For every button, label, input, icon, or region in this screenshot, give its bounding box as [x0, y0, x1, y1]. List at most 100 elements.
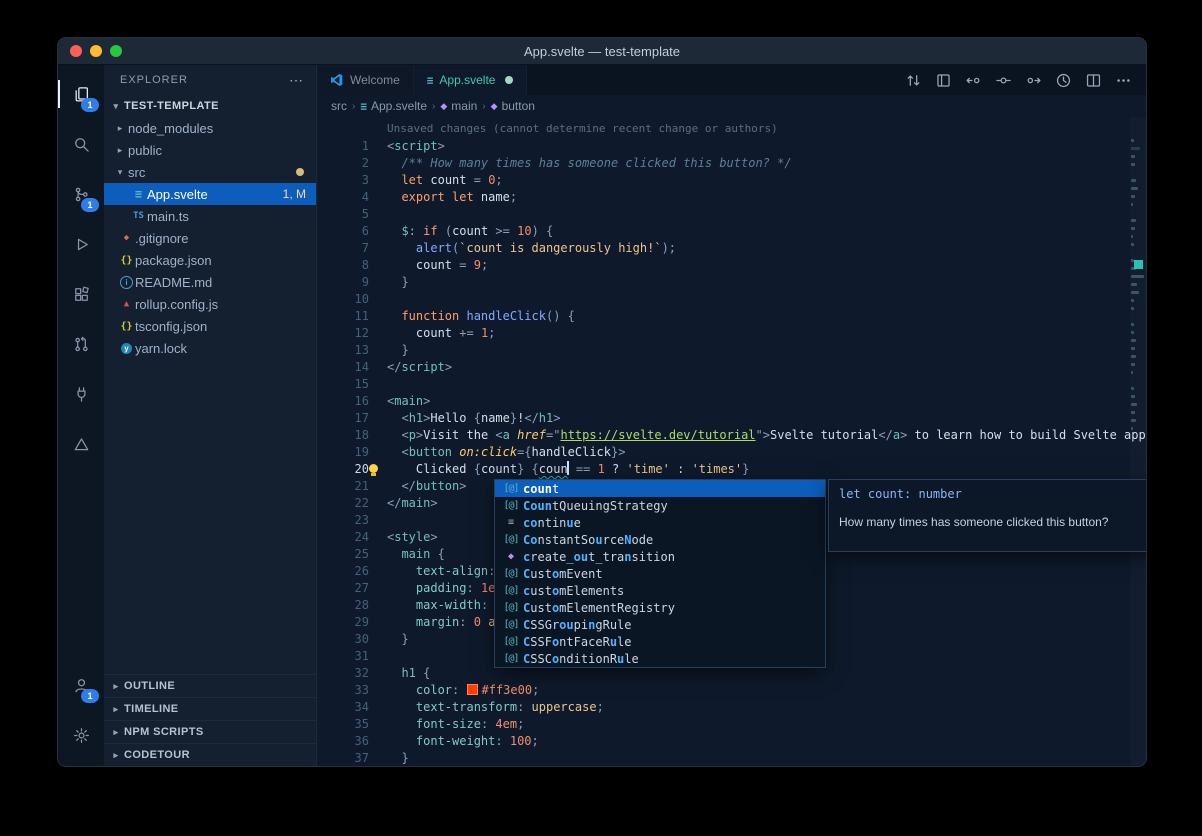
gitlens-compare-icon[interactable] [905, 72, 922, 89]
breadcrumb-button[interactable]: ◆button [491, 99, 535, 113]
more-actions-icon[interactable] [1115, 72, 1132, 89]
code-line[interactable]: 16<main> [317, 393, 1146, 410]
line-number: 30 [317, 631, 387, 648]
code-line[interactable]: 19 <button on:click={handleClick}> [317, 444, 1146, 461]
code-line[interactable]: 2 /** How many times has someone clicked… [317, 155, 1146, 172]
blame-icon[interactable] [995, 72, 1012, 89]
code-line[interactable]: 5 [317, 206, 1146, 223]
minimize-window-button[interactable] [90, 45, 102, 57]
tab-welcome[interactable]: Welcome [317, 65, 414, 95]
code-line[interactable]: 9 } [317, 274, 1146, 291]
code-line[interactable]: 37 } [317, 750, 1146, 766]
source-control-icon[interactable]: 1 [58, 169, 104, 219]
code-editor[interactable]: Unsaved changes (cannot determine recent… [317, 117, 1146, 766]
tree-item-main-ts[interactable]: TSmain.ts [104, 205, 316, 227]
account-icon[interactable]: 1 [58, 660, 104, 710]
breadcrumb-main[interactable]: ◆main [440, 99, 477, 113]
line-content: </script> [387, 359, 452, 376]
yarn-file-icon: y [118, 343, 135, 354]
code-line[interactable]: 13 } [317, 342, 1146, 359]
github-pr-icon[interactable] [58, 319, 104, 369]
line-number: 24 [317, 529, 387, 546]
line-number: 7 [317, 240, 387, 257]
codetour-icon[interactable] [58, 419, 104, 469]
code-line[interactable]: 7 alert(`count is dangerously high!`); [317, 240, 1146, 257]
suggest-item-count[interactable]: [@]count [495, 480, 825, 497]
var-kind-icon: [@] [499, 568, 523, 579]
line-number: 26 [317, 563, 387, 580]
suggest-item-ConstantSourceNode[interactable]: [@]ConstantSourceNode [495, 531, 825, 548]
close-window-button[interactable] [70, 45, 82, 57]
code-line[interactable]: 17 <h1>Hello {name}!</h1> [317, 410, 1146, 427]
section-npm-scripts[interactable]: ▸NPM SCRIPTS [104, 720, 316, 743]
remote-icon[interactable] [58, 369, 104, 419]
tree-item-node-modules[interactable]: ▸node_modules [104, 117, 316, 139]
code-line[interactable]: 20 Clicked {count} {coun == 1 ? 'time' :… [317, 461, 1146, 478]
suggest-item-CustomEvent[interactable]: [@]CustomEvent [495, 565, 825, 582]
code-line[interactable]: 10 [317, 291, 1146, 308]
code-line[interactable]: 1<script> [317, 138, 1146, 155]
tab-app-svelte[interactable]: ≡ App.svelte [414, 65, 528, 95]
code-line[interactable]: 6 $: if (count >= 10) { [317, 223, 1146, 240]
workspace-root[interactable]: ▾ TEST-TEMPLATE [104, 95, 316, 117]
tree-item-README-md[interactable]: iREADME.md [104, 271, 316, 293]
suggest-item-continue[interactable]: ≡continue [495, 514, 825, 531]
lightbulb-icon[interactable] [369, 464, 378, 473]
suggest-item-CSSGroupingRule[interactable]: [@]CSSGroupingRule [495, 616, 825, 633]
suggest-item-CSSFontFaceRule[interactable]: [@]CSSFontFaceRule [495, 633, 825, 650]
suggest-label: CSSConditionRule [523, 652, 639, 666]
split-editor-icon[interactable] [1085, 72, 1102, 89]
code-line[interactable]: 33 color: #ff3e00; [317, 682, 1146, 699]
suggest-item-CountQueuingStrategy[interactable]: [@]CountQueuingStrategy [495, 497, 825, 514]
suggest-item-create_out_transition[interactable]: ◆create_out_transition [495, 548, 825, 565]
tree-item-rollup-config-js[interactable]: ▲rollup.config.js [104, 293, 316, 315]
code-line[interactable]: 36 font-weight: 100; [317, 733, 1146, 750]
code-line[interactable]: 14</script> [317, 359, 1146, 376]
section-timeline[interactable]: ▸TIMELINE [104, 697, 316, 720]
open-changes-icon[interactable] [935, 72, 952, 89]
suggest-item-CSSConditionRule[interactable]: [@]CSSConditionRule [495, 650, 825, 667]
unsaved-changes-dot[interactable] [505, 76, 513, 84]
suggest-item-CustomElementRegistry[interactable]: [@]CustomElementRegistry [495, 599, 825, 616]
explorer-icon[interactable]: 1 [58, 69, 104, 119]
history-icon[interactable] [1055, 72, 1072, 89]
search-icon[interactable] [58, 119, 104, 169]
tree-item-yarn-lock[interactable]: yyarn.lock [104, 337, 316, 359]
section-label: TIMELINE [124, 703, 179, 715]
line-number: 37 [317, 750, 387, 766]
section-codetour[interactable]: ▸CODETOUR [104, 743, 316, 766]
previous-change-icon[interactable] [965, 72, 982, 89]
code-line[interactable]: 11 function handleClick() { [317, 308, 1146, 325]
suggest-widget: [@]count[@]CountQueuingStrategy≡continue… [494, 479, 1146, 668]
line-number: 8 [317, 257, 387, 274]
code-line[interactable]: 4 export let name; [317, 189, 1146, 206]
tree-item-src[interactable]: ▾src [104, 161, 316, 183]
code-line[interactable]: 3 let count = 0; [317, 172, 1146, 189]
line-content: export let name; [387, 189, 517, 206]
minimap[interactable] [1130, 117, 1146, 766]
code-line[interactable]: 34 text-transform: uppercase; [317, 699, 1146, 716]
tree-item-package-json[interactable]: {}package.json [104, 249, 316, 271]
code-line[interactable]: 8 count = 9; [317, 257, 1146, 274]
tree-item-public[interactable]: ▸public [104, 139, 316, 161]
line-content: </main> [387, 495, 438, 512]
section-outline[interactable]: ▸OUTLINE [104, 674, 316, 697]
extensions-icon[interactable] [58, 269, 104, 319]
line-content: </button> [387, 478, 467, 495]
breadcrumb-src[interactable]: src [331, 99, 347, 113]
code-line[interactable]: 12 count += 1; [317, 325, 1146, 342]
suggest-item-customElements[interactable]: [@]customElements [495, 582, 825, 599]
chevron-right-icon: ▸ [112, 145, 128, 156]
code-line[interactable]: 35 font-size: 4em; [317, 716, 1146, 733]
settings-icon[interactable] [58, 710, 104, 760]
tree-item--gitignore[interactable]: ◆.gitignore [104, 227, 316, 249]
explorer-more-actions-icon[interactable]: ⋯ [289, 72, 304, 89]
tree-item-tsconfig-json[interactable]: {}tsconfig.json [104, 315, 316, 337]
next-change-icon[interactable] [1025, 72, 1042, 89]
tree-item-App-svelte[interactable]: ≡App.svelte1, M [104, 183, 316, 205]
code-line[interactable]: 18 <p>Visit the <a href="https://svelte.… [317, 427, 1146, 444]
zoom-window-button[interactable] [110, 45, 122, 57]
run-debug-icon[interactable] [58, 219, 104, 269]
breadcrumb-app-svelte[interactable]: ≡App.svelte [360, 99, 427, 113]
code-line[interactable]: 15 [317, 376, 1146, 393]
